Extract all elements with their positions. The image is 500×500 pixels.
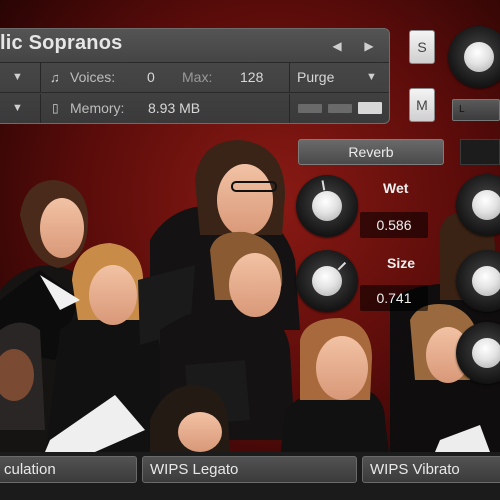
size-knob[interactable] xyxy=(296,250,358,312)
max-value[interactable]: 128 xyxy=(240,63,263,92)
right-arrow-icon[interactable]: ▶ xyxy=(362,38,376,54)
instrument-header: lic Sopranos ◀ ▶ ▼ ♫ Voices: 0 Max: 128 … xyxy=(0,28,390,124)
purge-dropdown-icon[interactable]: ▼ xyxy=(366,63,377,92)
reverb-side-slot xyxy=(460,139,500,165)
articulation-bar: culation WIPS Legato WIPS Vibrato xyxy=(0,452,500,500)
memory-label: Memory: xyxy=(70,100,125,116)
solo-button[interactable]: S xyxy=(409,30,435,64)
tab-wips-vibrato[interactable]: WIPS Vibrato xyxy=(362,456,500,483)
output-meter-3 xyxy=(358,102,382,114)
dropdown-arrow-icon[interactable]: ▼ xyxy=(12,63,23,92)
output-meter-2 xyxy=(328,104,352,113)
voices-label: Voices: xyxy=(70,69,116,85)
pan-left-label: L xyxy=(459,104,465,115)
voices-row: ▼ ♫ Voices: 0 Max: 128 Purge ▼ xyxy=(0,63,389,93)
wet-label: Wet xyxy=(383,180,409,196)
reverb-button[interactable]: Reverb xyxy=(298,139,444,165)
wet-knob[interactable] xyxy=(296,175,358,237)
mute-button[interactable]: M xyxy=(409,88,435,122)
dropdown-arrow-icon[interactable]: ▼ xyxy=(12,94,23,123)
pan-slider[interactable]: L xyxy=(452,99,500,121)
output-meter-1 xyxy=(298,104,322,113)
left-arrow-icon[interactable]: ◀ xyxy=(330,38,344,54)
memory-value: 8.93 MB xyxy=(148,100,201,116)
instrument-name[interactable]: lic Sopranos xyxy=(0,32,122,55)
voices-value: 0 xyxy=(147,69,155,85)
title-row: lic Sopranos ◀ ▶ xyxy=(0,29,389,63)
size-value[interactable]: 0.741 xyxy=(360,285,428,311)
purge-button[interactable]: Purge xyxy=(297,63,334,92)
notes-icon: ♫ xyxy=(50,70,60,85)
memory-row: ▼ ▯ Memory: 8.93 MB xyxy=(0,94,389,124)
size-label: Size xyxy=(387,255,416,271)
max-label: Max: xyxy=(182,69,213,85)
memory-icon: ▯ xyxy=(52,101,59,115)
tab-articulation[interactable]: culation xyxy=(0,456,137,483)
tab-wips-legato[interactable]: WIPS Legato xyxy=(142,456,357,483)
wet-value[interactable]: 0.586 xyxy=(360,212,428,238)
